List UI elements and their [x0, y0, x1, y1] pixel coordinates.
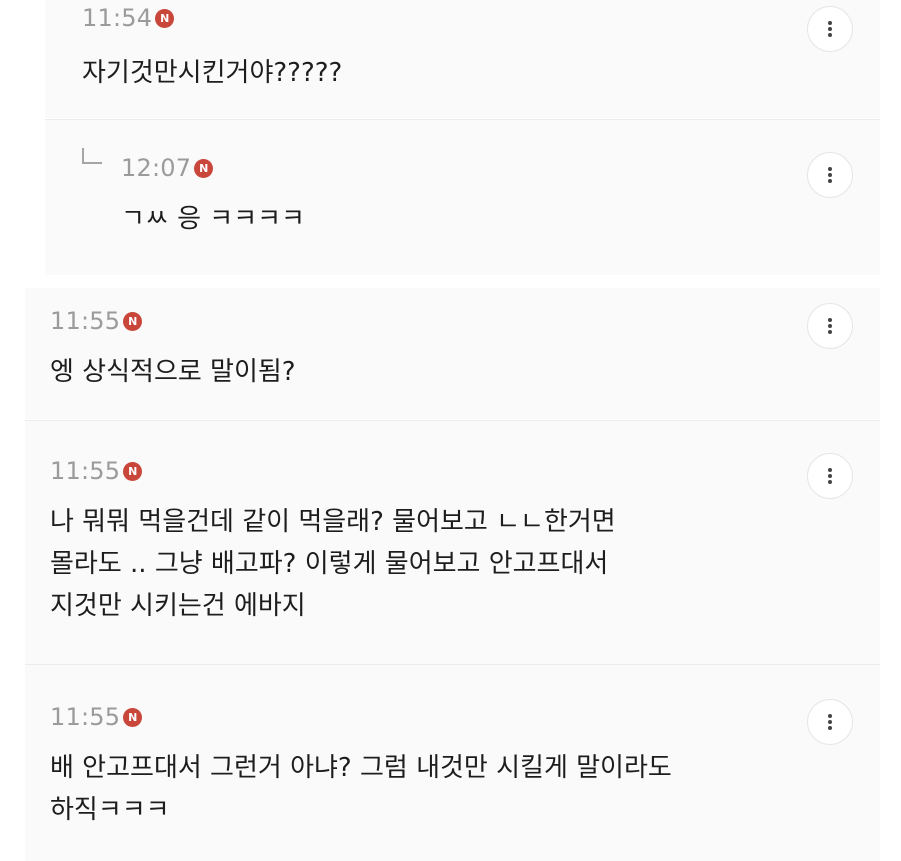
comment-time: 11:54: [82, 4, 153, 32]
comment-text: 자기것만시킨거야?????: [82, 58, 343, 88]
comment-item: 11:54 N 자기것만시킨거야?????: [45, 0, 880, 118]
more-options-button[interactable]: [807, 152, 853, 198]
comment-feed: 11:54 N 자기것만시킨거야????? 12:07 N ㄱㅆ 응 ㅋㅋㅋㅋ: [0, 0, 901, 861]
comment-text: 엥 상식적으로 말이됨?: [50, 357, 296, 387]
comment-meta: 11:55 N: [50, 307, 143, 335]
more-vertical-icon: [828, 318, 832, 334]
new-badge-icon: N: [194, 158, 214, 178]
comment-meta: 12:07 N: [121, 154, 214, 182]
comment-meta: 11:55 N: [50, 703, 143, 731]
comment-text: 배 안고프대서 그런거 아냐? 그럼 내것만 시킬게 말이라도 하직ㅋㅋㅋ: [50, 753, 672, 825]
new-badge-icon: N: [123, 461, 143, 481]
new-badge-icon: N: [123, 707, 143, 727]
more-options-button[interactable]: [807, 699, 853, 745]
comment-item: 11:55 N 엥 상식적으로 말이됨?: [25, 288, 880, 419]
comment-item: 11:55 N 배 안고프대서 그런거 아냐? 그럼 내것만 시킬게 말이라도 …: [25, 665, 880, 861]
more-vertical-icon: [828, 21, 832, 37]
comment-meta: 11:54 N: [82, 4, 175, 32]
more-options-button[interactable]: [807, 453, 853, 499]
comment-time: 11:55: [50, 703, 121, 731]
comment-item: 11:55 N 나 뭐뭐 먹을건데 같이 먹을래? 물어보고 ㄴㄴ한거면 몰라도…: [25, 421, 880, 664]
more-vertical-icon: [828, 167, 832, 183]
comment-time: 11:55: [50, 307, 121, 335]
comment-text: 나 뭐뭐 먹을건데 같이 먹을래? 물어보고 ㄴㄴ한거면 몰라도 .. 그냥 배…: [50, 507, 616, 621]
comment-meta: 11:55 N: [50, 457, 143, 485]
reply-comment-item: 12:07 N ㄱㅆ 응 ㅋㅋㅋㅋ: [45, 120, 880, 275]
more-options-button[interactable]: [807, 6, 853, 52]
new-badge-icon: N: [123, 311, 143, 331]
comment-text: ㄱㅆ 응 ㅋㅋㅋㅋ: [121, 204, 305, 234]
new-badge-icon: N: [155, 8, 175, 28]
more-options-button[interactable]: [807, 303, 853, 349]
more-vertical-icon: [828, 468, 832, 484]
comment-time: 11:55: [50, 457, 121, 485]
reply-arrow-icon: [82, 148, 102, 164]
comment-time: 12:07: [121, 154, 192, 182]
more-vertical-icon: [828, 714, 832, 730]
